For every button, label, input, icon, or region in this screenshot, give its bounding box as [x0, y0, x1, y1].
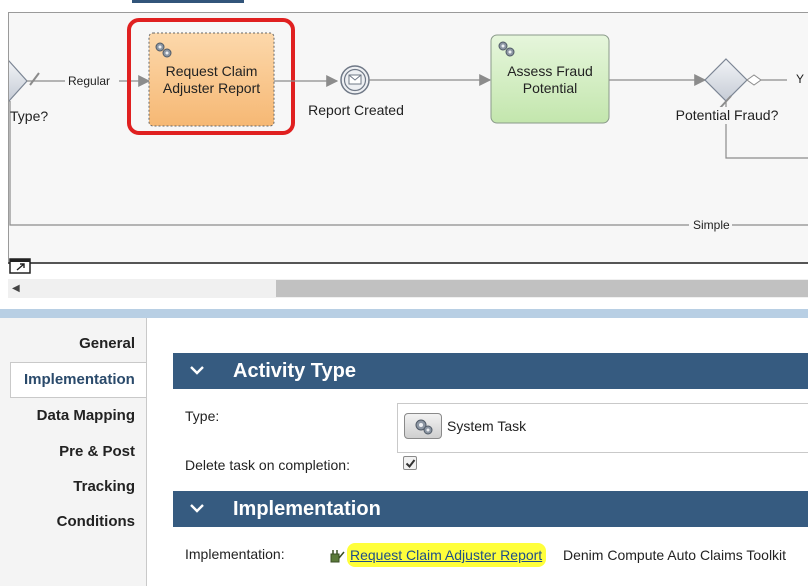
- activity-type-section-header[interactable]: Activity Type: [173, 353, 808, 389]
- simple-flow-label: Simple: [691, 218, 732, 232]
- diagram-horizontal-scrollbar[interactable]: ◀: [8, 279, 808, 298]
- implementation-description: Denim Compute Auto Claims Toolkit: [563, 547, 787, 563]
- scroll-left-icon[interactable]: ◀: [12, 283, 20, 294]
- implementation-link[interactable]: Request Claim Adjuster Report: [347, 543, 547, 567]
- report-created-event[interactable]: [340, 65, 370, 95]
- nav-item-data-mapping[interactable]: Data Mapping: [0, 399, 146, 433]
- type-value: System Task: [447, 418, 527, 434]
- nav-item-general[interactable]: General: [0, 327, 146, 361]
- top-tab-indicator: [132, 0, 244, 3]
- implementation-section-header[interactable]: Implementation: [173, 491, 808, 527]
- delete-task-label: Delete task on completion:: [185, 457, 350, 473]
- implementation-label: Implementation:: [185, 546, 285, 562]
- nav-item-conditions[interactable]: Conditions: [0, 505, 146, 539]
- type-gateway[interactable]: [9, 60, 28, 102]
- nav-item-pre-post[interactable]: Pre & Post: [0, 435, 146, 469]
- implementation-title: Implementation: [233, 498, 381, 520]
- panel-splitter[interactable]: [0, 309, 808, 318]
- process-diagram-canvas[interactable]: Request Claim Adjuster Report Report Cre…: [8, 12, 808, 262]
- properties-side-nav: General Implementation Data Mapping Pre …: [0, 318, 156, 586]
- type-gateway-label: Type?: [10, 108, 49, 124]
- expand-icon[interactable]: [9, 258, 31, 274]
- properties-content: Activity Type Type: System Task Delete t…: [146, 318, 808, 586]
- delete-task-checkbox[interactable]: [403, 456, 417, 470]
- canvas-footer: [8, 258, 808, 278]
- chevron-down-icon[interactable]: [187, 360, 207, 380]
- potential-fraud-gateway[interactable]: [704, 58, 748, 102]
- check-icon: [405, 459, 416, 469]
- process-diagram: [9, 18, 808, 226]
- potential-fraud-label: Potential Fraud?: [664, 107, 790, 124]
- assess-fraud-label: Assess Fraud Potential: [507, 63, 593, 96]
- yes-flow-label: Y: [794, 72, 807, 86]
- type-label: Type:: [185, 408, 220, 424]
- request-claim-label: Request Claim Adjuster Report: [162, 63, 261, 96]
- type-field: System Task: [397, 403, 808, 453]
- chevron-down-icon[interactable]: [187, 498, 207, 518]
- service-plug-icon: [330, 550, 345, 563]
- scrollbar-thumb[interactable]: [276, 280, 808, 297]
- activity-type-title: Activity Type: [233, 360, 356, 382]
- report-created-label: Report Created: [308, 102, 404, 118]
- regular-flow-label: Regular: [66, 74, 113, 88]
- nav-item-tracking[interactable]: Tracking: [0, 470, 146, 504]
- nav-item-implementation[interactable]: Implementation: [10, 362, 156, 398]
- type-select-button[interactable]: [404, 413, 442, 439]
- gears-icon: [415, 419, 433, 435]
